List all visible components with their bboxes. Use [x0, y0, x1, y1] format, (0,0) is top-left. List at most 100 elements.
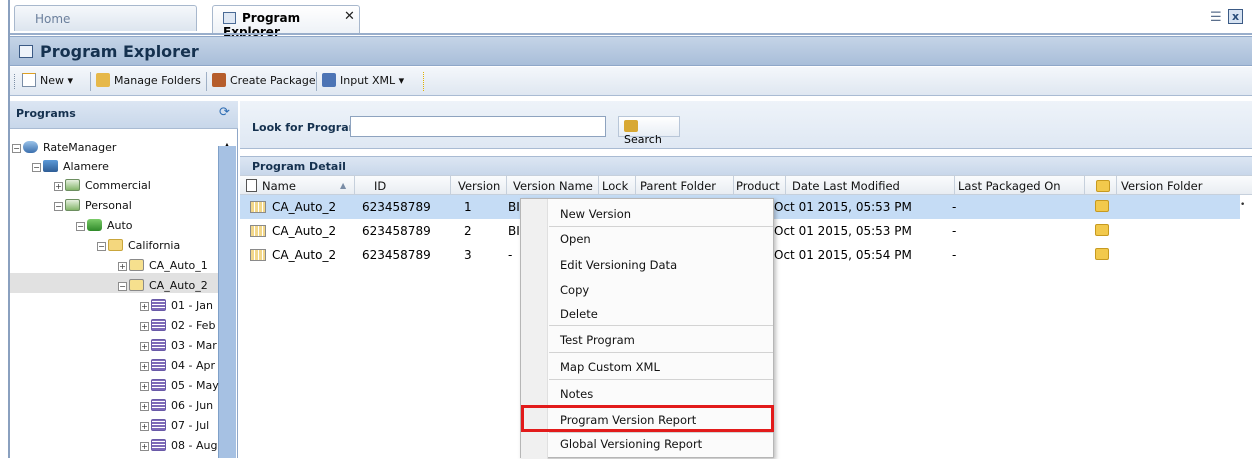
tree-item-personal[interactable]: − Personal [54, 199, 132, 212]
cell-packaged: - [952, 248, 956, 262]
sort-arrow-icon[interactable]: ▲ [340, 181, 346, 190]
tree-item-08-aug[interactable]: +08 - Aug [140, 439, 217, 452]
expand-icon[interactable]: + [140, 362, 149, 371]
collapse-icon[interactable]: − [76, 222, 85, 231]
expand-icon[interactable]: + [140, 382, 149, 391]
collapse-icon[interactable]: − [32, 163, 41, 172]
look-for-program-label: Look for Program: [252, 121, 365, 134]
column-header-id[interactable]: ID [374, 179, 386, 193]
column-header-version-name[interactable]: Version Name [513, 179, 593, 193]
version-icon [151, 299, 166, 311]
expand-icon[interactable]: + [140, 402, 149, 411]
cell-text: 1 [464, 200, 472, 214]
column-header-name[interactable]: Name [262, 179, 296, 193]
tree-item-ca-auto-2[interactable]: − CA_Auto_2 [118, 279, 208, 292]
column-separator[interactable] [954, 176, 955, 195]
tree-item-06-jun[interactable]: +06 - Jun [140, 399, 213, 412]
expand-icon[interactable]: + [140, 342, 149, 351]
expand-icon[interactable]: + [140, 302, 149, 311]
menu-item-edit-versioning-data[interactable]: Edit Versioning Data [560, 258, 677, 272]
window-icon [19, 45, 33, 58]
menu-item-test-program[interactable]: Test Program [560, 333, 635, 347]
tree-item-07-jul[interactable]: +07 - Jul [140, 419, 209, 432]
column-header-lock[interactable]: Lock [602, 179, 628, 193]
programs-title: Programs [16, 107, 76, 120]
cell-text: 623458789 [362, 248, 431, 262]
menu-item-delete[interactable]: Delete [560, 307, 598, 321]
column-header-last-packaged-on[interactable]: Last Packaged On [958, 179, 1061, 193]
column-separator[interactable] [506, 176, 507, 195]
column-header-version-folder[interactable]: Version Folder [1121, 179, 1202, 193]
column-separator[interactable] [785, 176, 786, 195]
refresh-icon[interactable]: ⟳ [219, 105, 230, 120]
column-header-product[interactable]: Product [736, 179, 780, 193]
collapse-icon[interactable]: − [12, 144, 21, 153]
tab-home[interactable]: Home [14, 5, 197, 31]
expand-icon[interactable]: + [140, 322, 149, 331]
tree-scrollbar[interactable] [218, 146, 236, 458]
version-folder-icon[interactable] [1095, 248, 1109, 260]
version-folder-icon[interactable] [1095, 224, 1109, 236]
collapse-icon[interactable]: − [97, 242, 106, 251]
menu-separator [549, 325, 773, 326]
tree-item-03-mar[interactable]: +03 - Mar [140, 339, 217, 352]
toolbar-separator [316, 72, 317, 91]
tree-item-label: 02 - Feb [171, 319, 216, 332]
expand-icon[interactable]: + [54, 182, 63, 191]
column-separator[interactable] [450, 176, 451, 195]
tree-item-05-may[interactable]: +05 - May [140, 379, 219, 392]
menu-item-global-versioning-report[interactable]: Global Versioning Report [560, 437, 702, 451]
column-separator[interactable] [354, 176, 355, 195]
cell-text: 3 [464, 248, 472, 262]
column-separator[interactable] [598, 176, 599, 195]
create-package-button[interactable]: Create Package [212, 73, 316, 87]
tree-item-ratemanager[interactable]: − RateManager [12, 141, 116, 154]
column-separator[interactable] [635, 176, 636, 195]
menu-item-copy[interactable]: Copy [560, 283, 589, 297]
column-header-version[interactable]: Version [458, 179, 500, 193]
input-xml-button[interactable]: Input XML ▾ [322, 73, 404, 87]
tree-item-ca-auto-1[interactable]: + CA_Auto_1 [118, 259, 208, 272]
column-separator[interactable] [733, 176, 734, 195]
expand-icon[interactable]: + [140, 442, 149, 451]
manage-folders-button[interactable]: Manage Folders [96, 73, 201, 87]
tree-item-04-apr[interactable]: +04 - Apr [140, 359, 215, 372]
line-icon [65, 179, 80, 191]
search-input[interactable] [350, 116, 606, 137]
cell-text: - [508, 248, 513, 262]
expand-icon[interactable]: + [140, 422, 149, 431]
column-header-date-last-modified[interactable]: Date Last Modified [792, 179, 900, 193]
column-header-parent-folder[interactable]: Parent Folder [640, 179, 716, 193]
column-separator[interactable] [1084, 176, 1085, 195]
tree-item-02-feb[interactable]: +02 - Feb [140, 319, 215, 332]
tree-item-commercial[interactable]: + Commercial [54, 179, 151, 192]
menu-item-new-version[interactable]: New Version [560, 207, 631, 221]
grid-scroll-indicator[interactable]: • [1240, 200, 1245, 210]
tree-item-label: Commercial [85, 179, 151, 192]
tree-item-label: Personal [85, 199, 132, 212]
list-options-icon[interactable]: ☰ [1210, 10, 1222, 25]
tree-item-auto[interactable]: − Auto [76, 219, 133, 232]
tree-item-label: CA_Auto_1 [149, 259, 208, 272]
menu-item-map-custom-xml[interactable]: Map Custom XML [560, 360, 660, 374]
new-button[interactable]: New ▾ [22, 73, 73, 87]
close-window-icon[interactable]: x [1228, 9, 1243, 24]
cell-version: 1 [464, 200, 472, 214]
tree-item-alamere[interactable]: − Alamere [32, 160, 109, 173]
menu-item-notes[interactable]: Notes [560, 387, 593, 401]
tab-program-explorer[interactable]: Program Explorer [212, 5, 360, 39]
collapse-icon[interactable]: − [54, 202, 63, 211]
expand-icon[interactable]: + [118, 262, 127, 271]
column-separator[interactable] [1116, 176, 1117, 195]
collapse-icon[interactable]: − [118, 282, 127, 291]
cell-version: 3 [464, 248, 472, 262]
close-tab-icon[interactable]: ✕ [344, 9, 355, 24]
tree-item-california[interactable]: − California [97, 239, 180, 252]
tree-item-01-jan[interactable]: +01 - Jan [140, 299, 213, 312]
line-icon [65, 199, 80, 211]
menu-item-open[interactable]: Open [560, 232, 591, 246]
version-folder-icon[interactable] [1095, 200, 1109, 212]
cell-text: CA_Auto_2 [272, 248, 337, 262]
product-icon [87, 219, 102, 231]
search-button[interactable]: Search [618, 116, 680, 146]
